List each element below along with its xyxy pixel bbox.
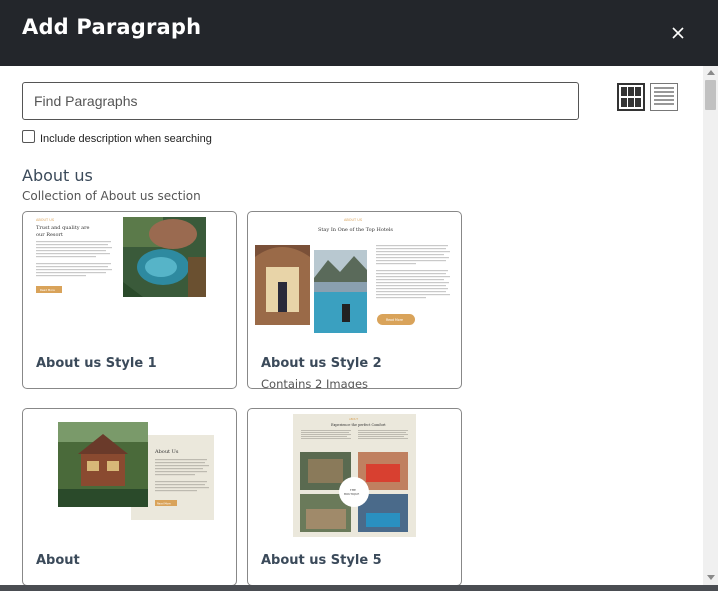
card-thumbnail: About Us Read More — [58, 422, 214, 520]
dialog-body: Include description when searching About… — [0, 66, 703, 585]
thumb-heading: Stay In One of the Top Hotels — [318, 227, 393, 233]
thumb-heading-line2: our Resort — [36, 232, 63, 238]
thumb-kicker: ABOUT US — [36, 218, 55, 222]
thumb-badge-line2: BOUTIQUE — [344, 492, 359, 496]
dialog-title: Add Paragraph — [22, 15, 202, 39]
paragraph-card[interactable]: About Us Read More About — [22, 408, 237, 585]
section-title: About us — [22, 166, 93, 185]
thumb-button: Read More — [386, 318, 403, 322]
card-title: About us Style 1 — [36, 356, 157, 371]
dialog-footer-edge — [0, 585, 718, 591]
paragraph-card[interactable]: ABOUT US Trust and quality are our Resor… — [22, 211, 237, 389]
card-title: About us Style 5 — [261, 553, 382, 568]
include-description-checkbox[interactable] — [22, 130, 35, 143]
thumb-heading: About Us — [154, 449, 179, 455]
card-thumbnail: ABOUT US Stay In One of the Top Hotels R… — [255, 218, 450, 333]
card-title: About — [36, 553, 80, 568]
paragraph-card[interactable]: ABOUT Experience the perfect Comfort THE… — [247, 408, 462, 585]
thumb-badge-line1: THE — [350, 488, 356, 492]
list-view-icon — [654, 87, 674, 105]
card-subtitle: Contains 2 Images — [261, 377, 369, 389]
scroll-up-arrow-icon[interactable] — [707, 70, 715, 75]
thumb-heading-line1: Trust and quality are — [36, 225, 89, 231]
close-icon — [672, 27, 684, 39]
paragraph-card[interactable]: ABOUT US Stay In One of the Top Hotels R… — [247, 211, 462, 389]
grid-view-icon — [621, 87, 641, 107]
scrollbar-thumb[interactable] — [705, 80, 716, 110]
thumb-button: Read More — [40, 288, 55, 292]
thumb-button: Read More — [157, 502, 171, 506]
grid-view-button[interactable] — [617, 83, 645, 111]
vertical-scrollbar[interactable] — [703, 66, 718, 585]
close-button[interactable] — [664, 19, 692, 47]
search-input[interactable] — [22, 82, 579, 120]
thumb-kicker: ABOUT — [349, 417, 358, 421]
list-view-button[interactable] — [650, 83, 678, 111]
card-title: About us Style 2 — [261, 356, 382, 371]
dialog-header: Add Paragraph — [0, 0, 718, 66]
card-thumbnail: ABOUT US Trust and quality are our Resor… — [36, 217, 206, 297]
thumb-heading: Experience the perfect Comfort — [331, 423, 386, 427]
card-thumbnail: ABOUT Experience the perfect Comfort THE… — [293, 414, 416, 537]
thumb-kicker: ABOUT US — [344, 218, 363, 222]
include-description-label: Include description when searching — [40, 133, 212, 145]
section-subtitle: Collection of About us section — [22, 189, 201, 203]
scroll-down-arrow-icon[interactable] — [707, 575, 715, 580]
